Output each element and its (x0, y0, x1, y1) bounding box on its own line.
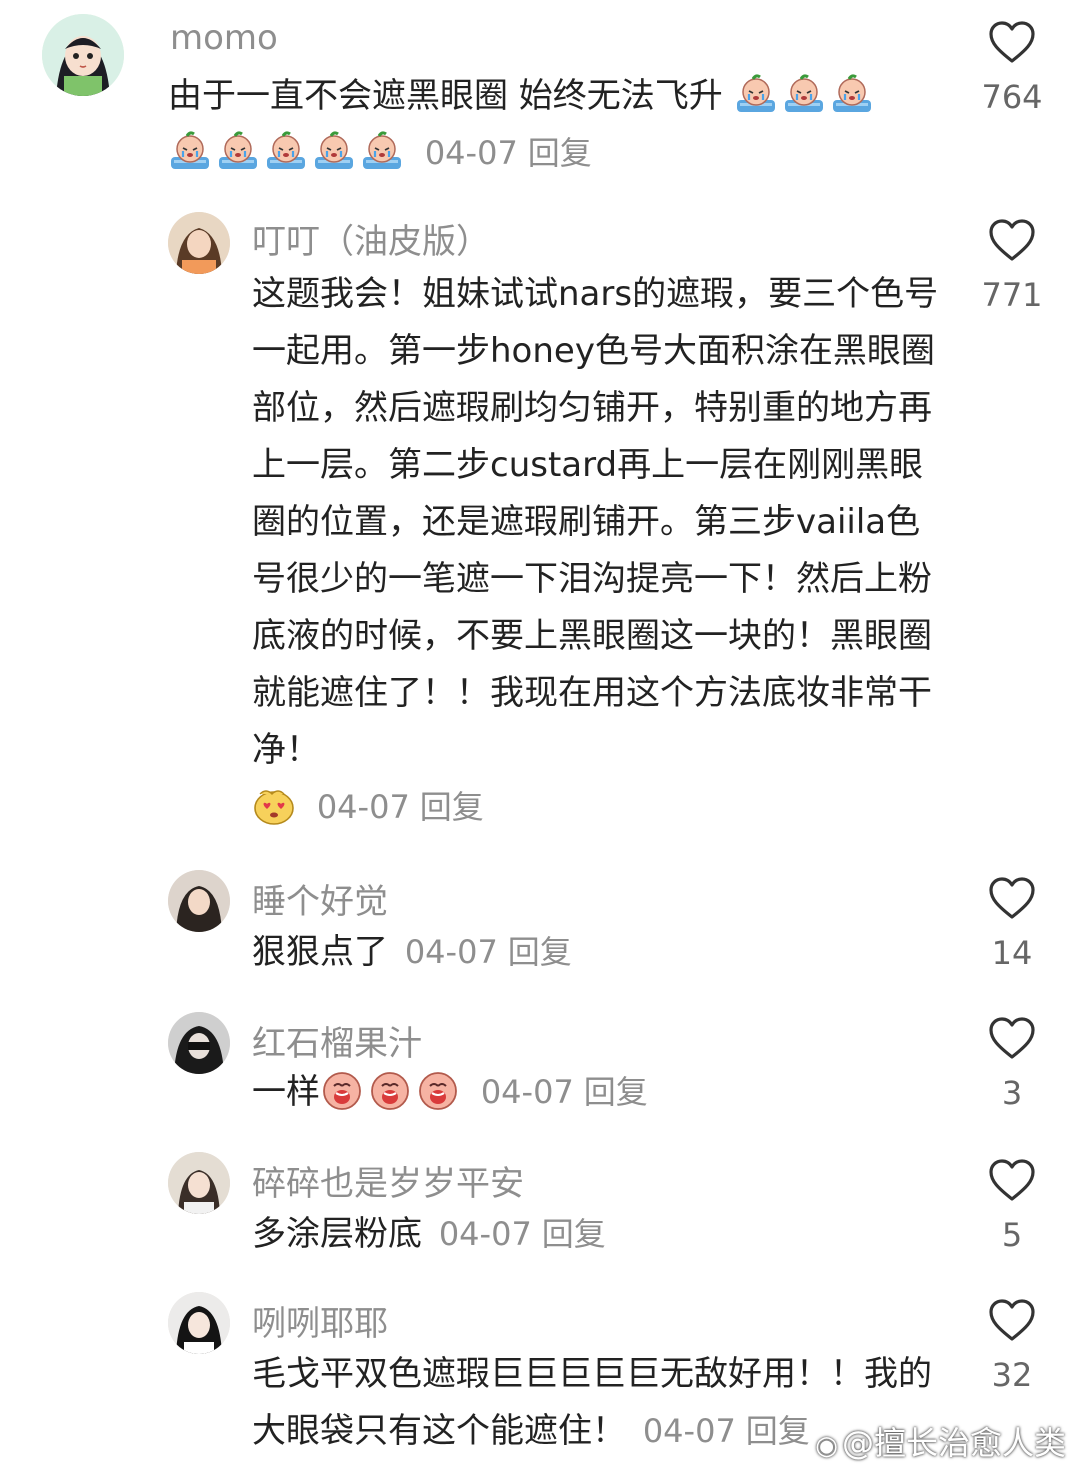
comment-date: 04-07 (438, 1215, 532, 1253)
like-control[interactable]: 32 (972, 1298, 1052, 1394)
comment-text-block: 多涂层粉底 04-07 回复 (252, 1206, 952, 1263)
watermark-text: @擅长治愈人类 (841, 1424, 1066, 1462)
crying-peach-emoji-icon (320, 1069, 364, 1111)
heart-icon[interactable] (988, 218, 1036, 262)
comment-meta: 04-07 回复 (405, 933, 572, 971)
crying-bath-emoji-icon (168, 130, 212, 172)
heart-icon[interactable] (988, 1016, 1036, 1060)
heart-eyes-emoji-icon (252, 784, 296, 826)
heart-icon[interactable] (988, 20, 1036, 64)
reply-button[interactable]: 回复 (420, 788, 484, 826)
comment-meta: 04-07 回复 (643, 1412, 810, 1450)
crying-bath-emoji-icon (264, 130, 308, 172)
comment-text-block: 由于一直不会遮黑眼圈 始终无法飞升 04-07 回复 (168, 68, 958, 182)
like-count: 3 (1001, 1074, 1023, 1112)
like-control[interactable]: 771 (972, 218, 1052, 314)
like-count: 771 (981, 276, 1043, 314)
crying-bath-emoji-icon (360, 130, 404, 172)
heart-icon[interactable] (988, 876, 1036, 920)
crying-peach-emoji-icon (368, 1069, 412, 1111)
username[interactable]: 碎碎也是岁岁平安 (252, 1156, 524, 1205)
username[interactable]: 叮叮（油皮版） (252, 214, 490, 263)
comment-text-block: 狠狠点了 04-07 回复 (252, 924, 952, 981)
comment-text: 狠狠点了 (252, 932, 388, 972)
comment-text: 这题我会！姐妹试试nars的遮瑕，要三个色号一起用。第一步honey色号大面积涂… (252, 274, 939, 770)
watermark: ◉ @擅长治愈人类 (815, 1418, 1066, 1464)
like-control[interactable]: 3 (972, 1016, 1052, 1112)
avatar[interactable] (168, 1152, 230, 1214)
crying-bath-emoji-icon (312, 130, 356, 172)
reply-button[interactable]: 回复 (528, 134, 592, 172)
like-count: 5 (1001, 1216, 1023, 1254)
comment-date: 04-07 (480, 1073, 574, 1111)
username[interactable]: 红石榴果汁 (252, 1016, 422, 1065)
username[interactable]: momo (170, 18, 278, 58)
comment-date: 04-07 (316, 788, 410, 826)
comment-meta: 04-07 回复 (425, 134, 592, 172)
comment-meta: 04-07 回复 (317, 788, 484, 826)
avatar[interactable] (168, 1012, 230, 1074)
crying-bath-emoji-icon (782, 73, 826, 115)
heart-icon[interactable] (988, 1158, 1036, 1202)
comment-text: 一样 (252, 1072, 320, 1112)
comment-date: 04-07 (424, 134, 518, 172)
weibo-logo-icon: ◉ (815, 1431, 838, 1461)
crying-peach-emoji-icon (416, 1069, 460, 1111)
avatar[interactable] (42, 14, 124, 96)
like-control[interactable]: 14 (972, 876, 1052, 972)
avatar[interactable] (168, 1292, 230, 1354)
crying-bath-emoji-icon (734, 73, 778, 115)
like-control[interactable]: 764 (972, 20, 1052, 116)
heart-icon[interactable] (988, 1298, 1036, 1342)
like-count: 32 (991, 1356, 1033, 1394)
reply-button[interactable]: 回复 (508, 933, 572, 971)
username[interactable]: 睡个好觉 (252, 874, 388, 923)
comment-date: 04-07 (642, 1412, 736, 1450)
comment-date: 04-07 (404, 933, 498, 971)
reply-button[interactable]: 回复 (542, 1215, 606, 1253)
crying-bath-emoji-icon (216, 130, 260, 172)
reply-button[interactable]: 回复 (746, 1412, 810, 1450)
comment-text: 由于一直不会遮黑眼圈 始终无法飞升 (168, 76, 723, 116)
comment-text-block: 这题我会！姐妹试试nars的遮瑕，要三个色号一起用。第一步honey色号大面积涂… (252, 266, 952, 836)
crying-bath-emoji-icon (830, 73, 874, 115)
comment-text: 多涂层粉底 (252, 1214, 422, 1254)
username[interactable]: 咧咧耶耶 (252, 1296, 388, 1345)
comment-meta: 04-07 回复 (481, 1073, 648, 1111)
like-count: 14 (991, 934, 1033, 972)
comment-meta: 04-07 回复 (439, 1215, 606, 1253)
avatar[interactable] (168, 870, 230, 932)
like-control[interactable]: 5 (972, 1158, 1052, 1254)
reply-button[interactable]: 回复 (584, 1073, 648, 1111)
like-count: 764 (981, 78, 1043, 116)
comment-text-block: 一样 04-07 回复 (252, 1064, 952, 1121)
avatar[interactable] (168, 212, 230, 274)
